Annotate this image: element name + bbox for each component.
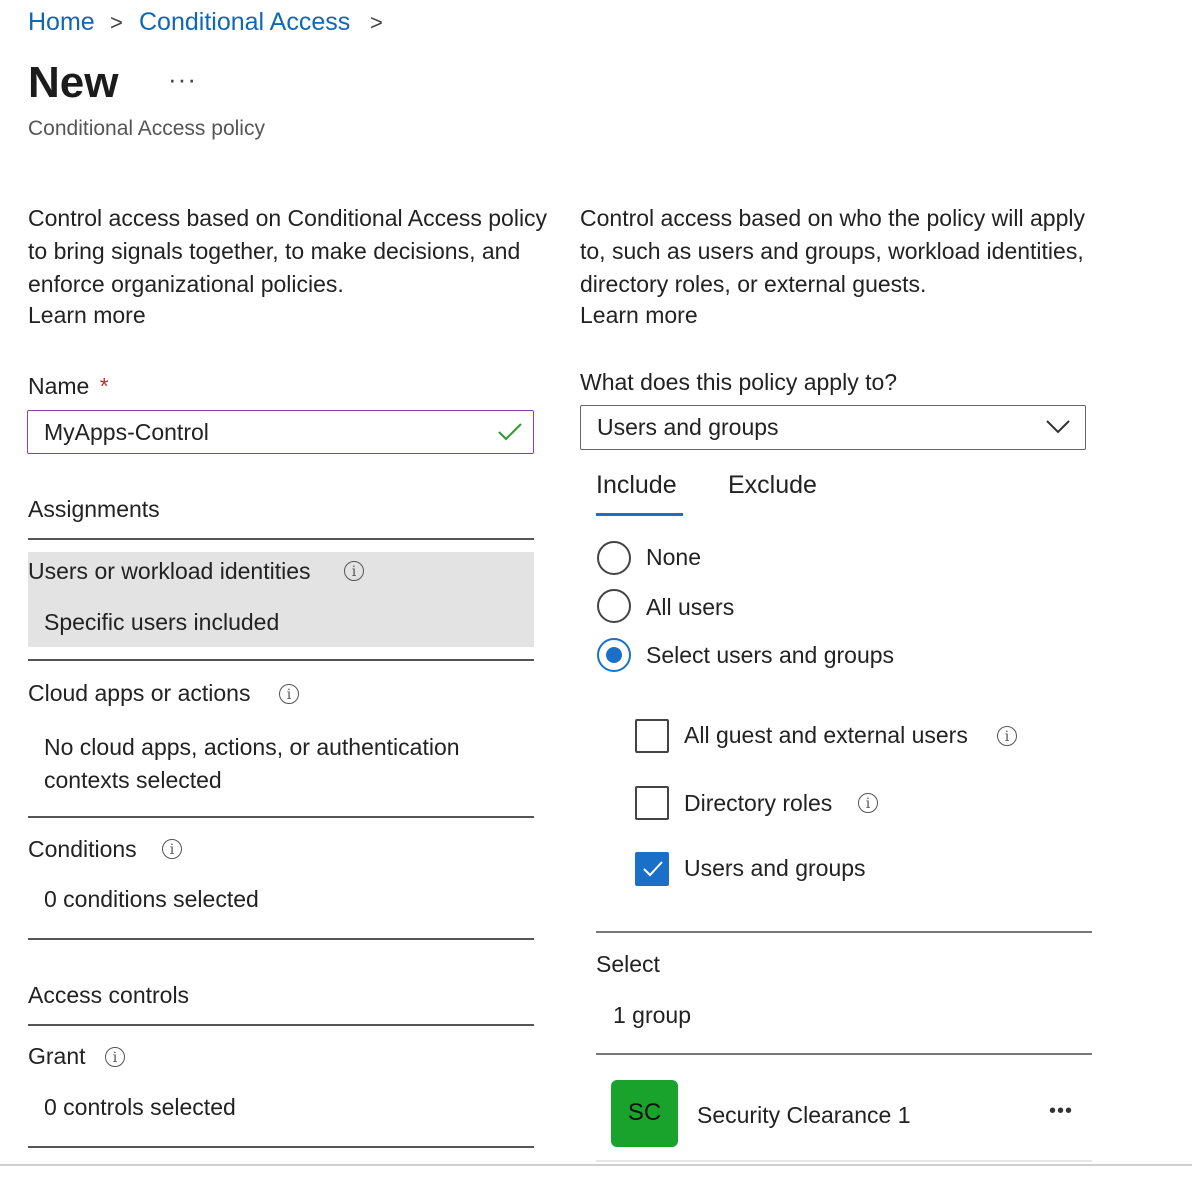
divider bbox=[596, 1160, 1092, 1162]
left-description: Control access based on Conditional Acce… bbox=[28, 205, 548, 297]
checkbox-directory-roles-label: Directory roles bbox=[684, 790, 833, 816]
avatar: SC bbox=[611, 1080, 678, 1147]
info-icon[interactable]: i bbox=[997, 726, 1017, 746]
checkbox-users-and-groups-label: Users and groups bbox=[684, 855, 866, 881]
checkbox-users-and-groups[interactable] bbox=[635, 852, 669, 886]
divider bbox=[28, 938, 534, 940]
checkbox-guest-users[interactable] bbox=[635, 719, 669, 753]
name-input[interactable]: MyApps-Control bbox=[27, 410, 534, 454]
radio-none-label: None bbox=[646, 544, 701, 570]
right-description: Control access based on who the policy w… bbox=[580, 205, 1085, 297]
info-icon[interactable]: i bbox=[105, 1047, 125, 1067]
access-controls-heading: Access controls bbox=[28, 982, 190, 1008]
divider bbox=[596, 931, 1092, 933]
group-more-options-button[interactable]: ••• bbox=[1049, 1100, 1073, 1123]
chevron-right-icon: > bbox=[110, 10, 123, 35]
grant-value-link[interactable]: 0 controls selected bbox=[44, 1094, 236, 1121]
page-bottom-border bbox=[0, 1164, 1192, 1166]
checkbox-guest-users-label: All guest and external users bbox=[684, 722, 968, 748]
chevron-down-icon bbox=[1046, 420, 1070, 434]
radio-all-users[interactable] bbox=[597, 589, 631, 623]
checkbox-directory-roles[interactable] bbox=[635, 786, 669, 820]
divider bbox=[596, 1053, 1092, 1055]
info-icon[interactable]: i bbox=[279, 684, 299, 704]
avatar-initials: SC bbox=[627, 1099, 662, 1126]
select-group-link[interactable]: 1 group bbox=[613, 1002, 691, 1029]
grant-label: Grant bbox=[28, 1043, 86, 1069]
select-label: Select bbox=[596, 951, 660, 977]
info-icon[interactable]: i bbox=[162, 839, 182, 859]
info-icon[interactable]: i bbox=[344, 561, 364, 581]
tab-include-indicator bbox=[596, 513, 683, 516]
breadcrumb-home[interactable]: Home bbox=[28, 8, 95, 37]
page-subtitle: Conditional Access policy bbox=[28, 117, 265, 140]
radio-none[interactable] bbox=[597, 541, 631, 575]
conditions-value-link[interactable]: 0 conditions selected bbox=[44, 886, 259, 913]
divider bbox=[28, 1146, 534, 1148]
users-label: Users or workload identities bbox=[28, 558, 311, 584]
tab-exclude[interactable]: Exclude bbox=[728, 471, 817, 500]
page-title: New bbox=[28, 58, 119, 107]
divider bbox=[28, 659, 534, 661]
name-input-value: MyApps-Control bbox=[44, 419, 209, 445]
divider bbox=[28, 1024, 534, 1026]
assignments-heading: Assignments bbox=[28, 496, 160, 522]
more-options-button[interactable]: ··· bbox=[168, 64, 197, 95]
chevron-right-icon: > bbox=[370, 10, 383, 35]
radio-select-users-label: Select users and groups bbox=[646, 642, 895, 668]
apply-to-dropdown[interactable]: Users and groups bbox=[580, 405, 1086, 450]
left-learn-more-link[interactable]: Learn more bbox=[28, 302, 146, 329]
required-asterisk: * bbox=[99, 373, 109, 399]
apply-to-value: Users and groups bbox=[597, 414, 779, 440]
radio-all-users-label: All users bbox=[646, 594, 735, 620]
name-label: Name * bbox=[28, 373, 109, 399]
users-assignment-row[interactable]: Users or workload identities i Specific … bbox=[28, 552, 534, 647]
divider bbox=[28, 816, 534, 818]
cloud-apps-label: Cloud apps or actions bbox=[28, 680, 251, 706]
users-value-link[interactable]: Specific users included bbox=[44, 609, 279, 636]
group-name: Security Clearance 1 bbox=[697, 1102, 911, 1128]
right-learn-more-link[interactable]: Learn more bbox=[580, 302, 698, 329]
tab-include[interactable]: Include bbox=[596, 471, 677, 500]
divider bbox=[28, 538, 534, 540]
breadcrumb-conditional-access[interactable]: Conditional Access bbox=[139, 8, 350, 37]
info-icon[interactable]: i bbox=[858, 793, 878, 813]
apply-to-label: What does this policy apply to? bbox=[580, 369, 898, 395]
checkmark-icon bbox=[643, 861, 663, 877]
cloud-apps-value-link[interactable]: No cloud apps, actions, or authenticatio… bbox=[44, 731, 514, 797]
radio-select-users[interactable] bbox=[597, 638, 631, 672]
conditions-label: Conditions bbox=[28, 836, 137, 862]
checkmark-icon bbox=[498, 423, 522, 441]
